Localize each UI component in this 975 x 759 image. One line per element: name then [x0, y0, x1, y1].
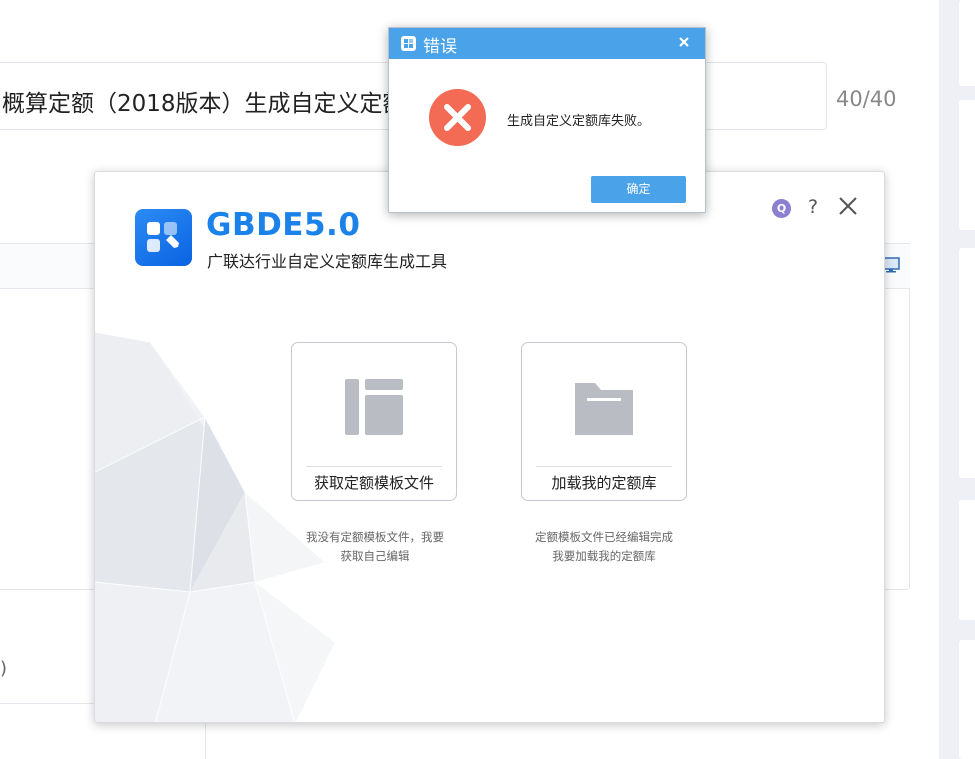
tile-description-line: 我要加载我的定额库: [552, 549, 656, 563]
dialog-titlebar[interactable]: 错误: [389, 28, 705, 59]
app-subtitle: 广联达行业自定义定额库生成工具: [207, 252, 448, 271]
tile-divider: [306, 466, 442, 467]
load-library-tile[interactable]: 加载我的定额库: [521, 342, 687, 501]
tile-description-line: 我没有定额模板文件，我要: [306, 530, 444, 544]
error-dialog: 错误 生成自定义定额库失败。 确定: [388, 27, 706, 213]
app-small-logo-icon: [404, 39, 413, 48]
tile-description: 我没有定额模板文件，我要 获取自己编辑: [275, 528, 475, 566]
layout-panels-icon: [345, 379, 403, 435]
app-logo: [135, 209, 192, 266]
tile-label: 加载我的定额库: [551, 474, 657, 492]
tile-description: 定额模板文件已经编辑完成 我要加载我的定额库: [504, 528, 704, 566]
char-counter: 40/40: [836, 87, 897, 111]
x-circle-icon: [429, 89, 486, 146]
title-input-value: 概算定额（2018版本）生成自定义定额库: [2, 91, 388, 117]
strip-card: [959, 0, 975, 86]
close-icon[interactable]: [677, 35, 691, 49]
strip-card: [959, 640, 975, 759]
background-text: ): [0, 658, 8, 679]
strip-card: [959, 500, 975, 620]
app-brand: GBDE5.0: [206, 207, 361, 243]
error-message: 生成自定义定额库失败。: [507, 114, 651, 129]
tile-divider: [536, 466, 672, 467]
gbde-window: GBDE5.0 广联达行业自定义定额库生成工具 Q ? 获取定额模板文件 我没有…: [94, 171, 885, 723]
app-logo-icon: [147, 222, 179, 252]
app-small-icon: [401, 36, 416, 51]
help-button[interactable]: ?: [808, 196, 818, 218]
get-template-tile[interactable]: 获取定额模板文件: [291, 342, 457, 501]
account-q-button[interactable]: Q: [772, 199, 791, 218]
tile-label: 获取定额模板文件: [313, 474, 434, 492]
tile-description-line: 定额模板文件已经编辑完成: [535, 530, 673, 544]
folder-icon: [575, 383, 633, 435]
strip-card: [959, 248, 975, 478]
tile-description-line: 获取自己编辑: [340, 549, 410, 563]
close-icon[interactable]: [837, 195, 859, 217]
ok-button[interactable]: 确定: [591, 176, 686, 203]
dialog-title: 错误: [423, 37, 457, 57]
strip-card: [959, 100, 975, 230]
